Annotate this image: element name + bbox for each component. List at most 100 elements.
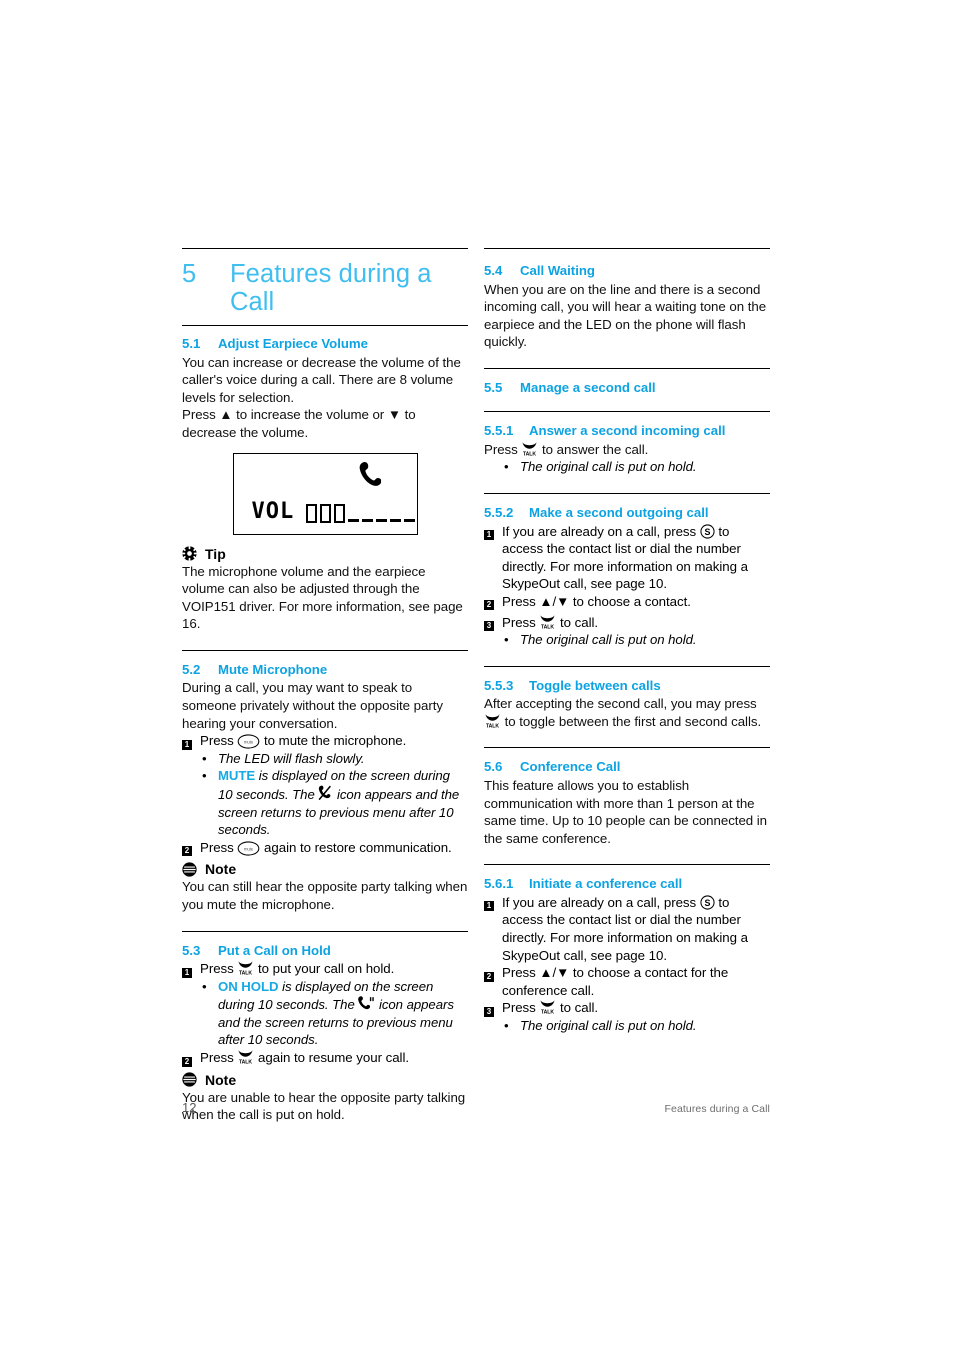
steps-5-3: 1 Press TALK to put your call on hold. •… [182, 960, 468, 1070]
para-5-5-1: Press TALK to answer the call. [484, 441, 649, 458]
list-item: 3 Press TALK to call. • The original cal… [484, 614, 770, 649]
heading-5-3-title: Put a Call on Hold [218, 942, 331, 958]
heading-5-2-title: Mute Microphone [218, 661, 328, 677]
para-5-6-1: This feature allows you to establish com… [484, 777, 768, 846]
sub-notes: • The original call is put on hold. [484, 458, 770, 476]
svg-text:TALK: TALK [541, 1010, 554, 1015]
step-marker: 2 [182, 839, 200, 860]
volume-bar-off [390, 518, 402, 522]
volume-bar-on [334, 503, 346, 523]
step-text: Press ▲/▼ to choose a contact. [502, 593, 691, 609]
step-text-pre: Press [200, 961, 238, 977]
steps-5-2: 1 Press mute to mute the microphone. • T… [182, 732, 468, 859]
heading-5-5-3-title: Toggle between calls [529, 677, 661, 693]
tip-callout-header: Tip [182, 545, 468, 563]
para-5-2-1: During a call, you may want to speak to … [182, 680, 443, 731]
volume-bar-on [320, 503, 332, 523]
tip-label: Tip [205, 545, 226, 562]
svg-text:mute: mute [244, 740, 254, 745]
tip-icon [182, 546, 204, 562]
hold-handset-icon [358, 995, 375, 1011]
step-text-post: to put your call on hold. [254, 961, 395, 977]
list-item: 2 Press mute again to restore communicat… [182, 839, 468, 860]
heading-5-2: 5.2 Mute Microphone [182, 662, 468, 679]
svg-text:TALK: TALK [541, 624, 554, 629]
mute-handset-icon [318, 785, 333, 801]
sub-note-text: The original call is put on hold. [520, 1017, 697, 1033]
vol-label: VOL [251, 498, 295, 524]
heading-5-4: 5.4 Call Waiting [484, 263, 770, 280]
heading-5-5-number: 5.5 [484, 379, 503, 395]
step-marker: 1 [484, 894, 502, 964]
highlight-mute: MUTE [218, 768, 256, 784]
heading-5-5-1-number: 5.5.1 [484, 423, 514, 439]
heading-5-5-2-title: Make a second outgoing call [529, 505, 709, 521]
list-item: • The original call is put on hold. [502, 458, 770, 476]
talk-button-icon: TALK [237, 1049, 254, 1066]
sub-notes: • ON HOLD is displayed on the screen dur… [200, 978, 468, 1049]
page-number: 12 [182, 1100, 197, 1115]
heading-5-6-1: 5.6.1 Initiate a conference call [484, 876, 770, 893]
sub-note-text: ON HOLD is displayed on the screen durin… [218, 978, 454, 1048]
note-icon [182, 861, 204, 877]
note-label: Note [205, 861, 237, 878]
sub-note-text: The LED will flash slowly. [218, 750, 365, 766]
list-item: 3 Press TALK to call. • The original cal… [484, 999, 770, 1034]
svg-text:TALK: TALK [239, 1060, 252, 1065]
heading-5-5-1-title: Answer a second incoming call [529, 423, 726, 439]
para-5-1-2: Press ▲ to increase the volume or ▼ to d… [182, 407, 416, 440]
volume-bar-on [306, 503, 318, 523]
step-text: Press mute to mute the microphone. • The… [200, 732, 468, 839]
talk-button-icon: TALK [484, 713, 501, 729]
step-marker: 1 [182, 960, 200, 1049]
list-item: 2 Press TALK again to resume your call. [182, 1049, 468, 1070]
running-title: Features during a Call [664, 1103, 770, 1115]
sub-notes: • The original call is put on hold. [502, 1017, 770, 1035]
step-marker: 3 [484, 614, 502, 649]
note-callout-header: Note [182, 1071, 468, 1089]
step-text-post: again to resume your call. [254, 1050, 409, 1066]
note-callout-header: Note [182, 860, 468, 878]
volume-indicator: VOL [251, 498, 419, 524]
heading-5-5-title: Manage a second call [520, 379, 656, 395]
step-text: Press TALK to put your call on hold. • O… [200, 960, 468, 1049]
volume-bar-off [362, 518, 374, 522]
highlight-on-hold: ON HOLD [218, 978, 279, 994]
bullet-dot: • [504, 632, 509, 648]
volume-bar-off [404, 518, 416, 522]
bullet-dot: • [504, 459, 509, 475]
list-item: • MUTE is displayed on the screen during… [200, 767, 468, 838]
step-text: If you are already on a call, press S to… [502, 523, 748, 592]
mute-button-icon: mute [237, 734, 260, 749]
tip-text: The microphone volume and the earpiece v… [182, 563, 463, 632]
para-5-1-1: You can increase or decrease the volume … [182, 354, 461, 405]
heading-5-1-number: 5.1 [182, 336, 201, 352]
heading-5-6-title: Conference Call [520, 759, 621, 775]
step-text: Press TALK to call. • The original call … [502, 999, 770, 1034]
step-text-pre: Press [200, 1050, 238, 1066]
sub-notes: • The LED will flash slowly. • MUTE is d… [200, 750, 468, 839]
volume-bar-off [376, 518, 388, 522]
step-text: If you are already on a call, press S to… [502, 894, 748, 963]
step-text-pre: Press [200, 839, 238, 855]
para-5-5-3: After accepting the second call, you may… [484, 696, 762, 729]
heading-5-6-1-number: 5.6.1 [484, 876, 514, 892]
bullet-dot: • [504, 1017, 509, 1033]
heading-5-5-3-number: 5.5.3 [484, 677, 514, 693]
list-item: • ON HOLD is displayed on the screen dur… [200, 978, 468, 1049]
svg-text:TALK: TALK [523, 452, 536, 457]
sub-notes: • The original call is put on hold. [502, 631, 770, 649]
skype-button-icon: S [700, 895, 715, 910]
volume-display-figure: VOL [182, 442, 468, 544]
step-text: Press TALK to call. • The original call … [502, 614, 770, 649]
heading-5-4-number: 5.4 [484, 263, 503, 278]
svg-text:S: S [704, 526, 710, 536]
talk-button-icon: TALK [237, 960, 254, 977]
step-text: Press ▲/▼ to choose a contact for the co… [502, 965, 729, 998]
svg-text:TALK: TALK [239, 971, 252, 976]
step-text-post: again to restore communication. [260, 839, 452, 855]
heading-5-5-2: 5.5.2 Make a second outgoing call [484, 505, 770, 522]
heading-5-6: 5.6 Conference Call [484, 759, 770, 776]
bullet-dot: • [202, 750, 207, 766]
heading-5-3-number: 5.3 [182, 942, 201, 958]
